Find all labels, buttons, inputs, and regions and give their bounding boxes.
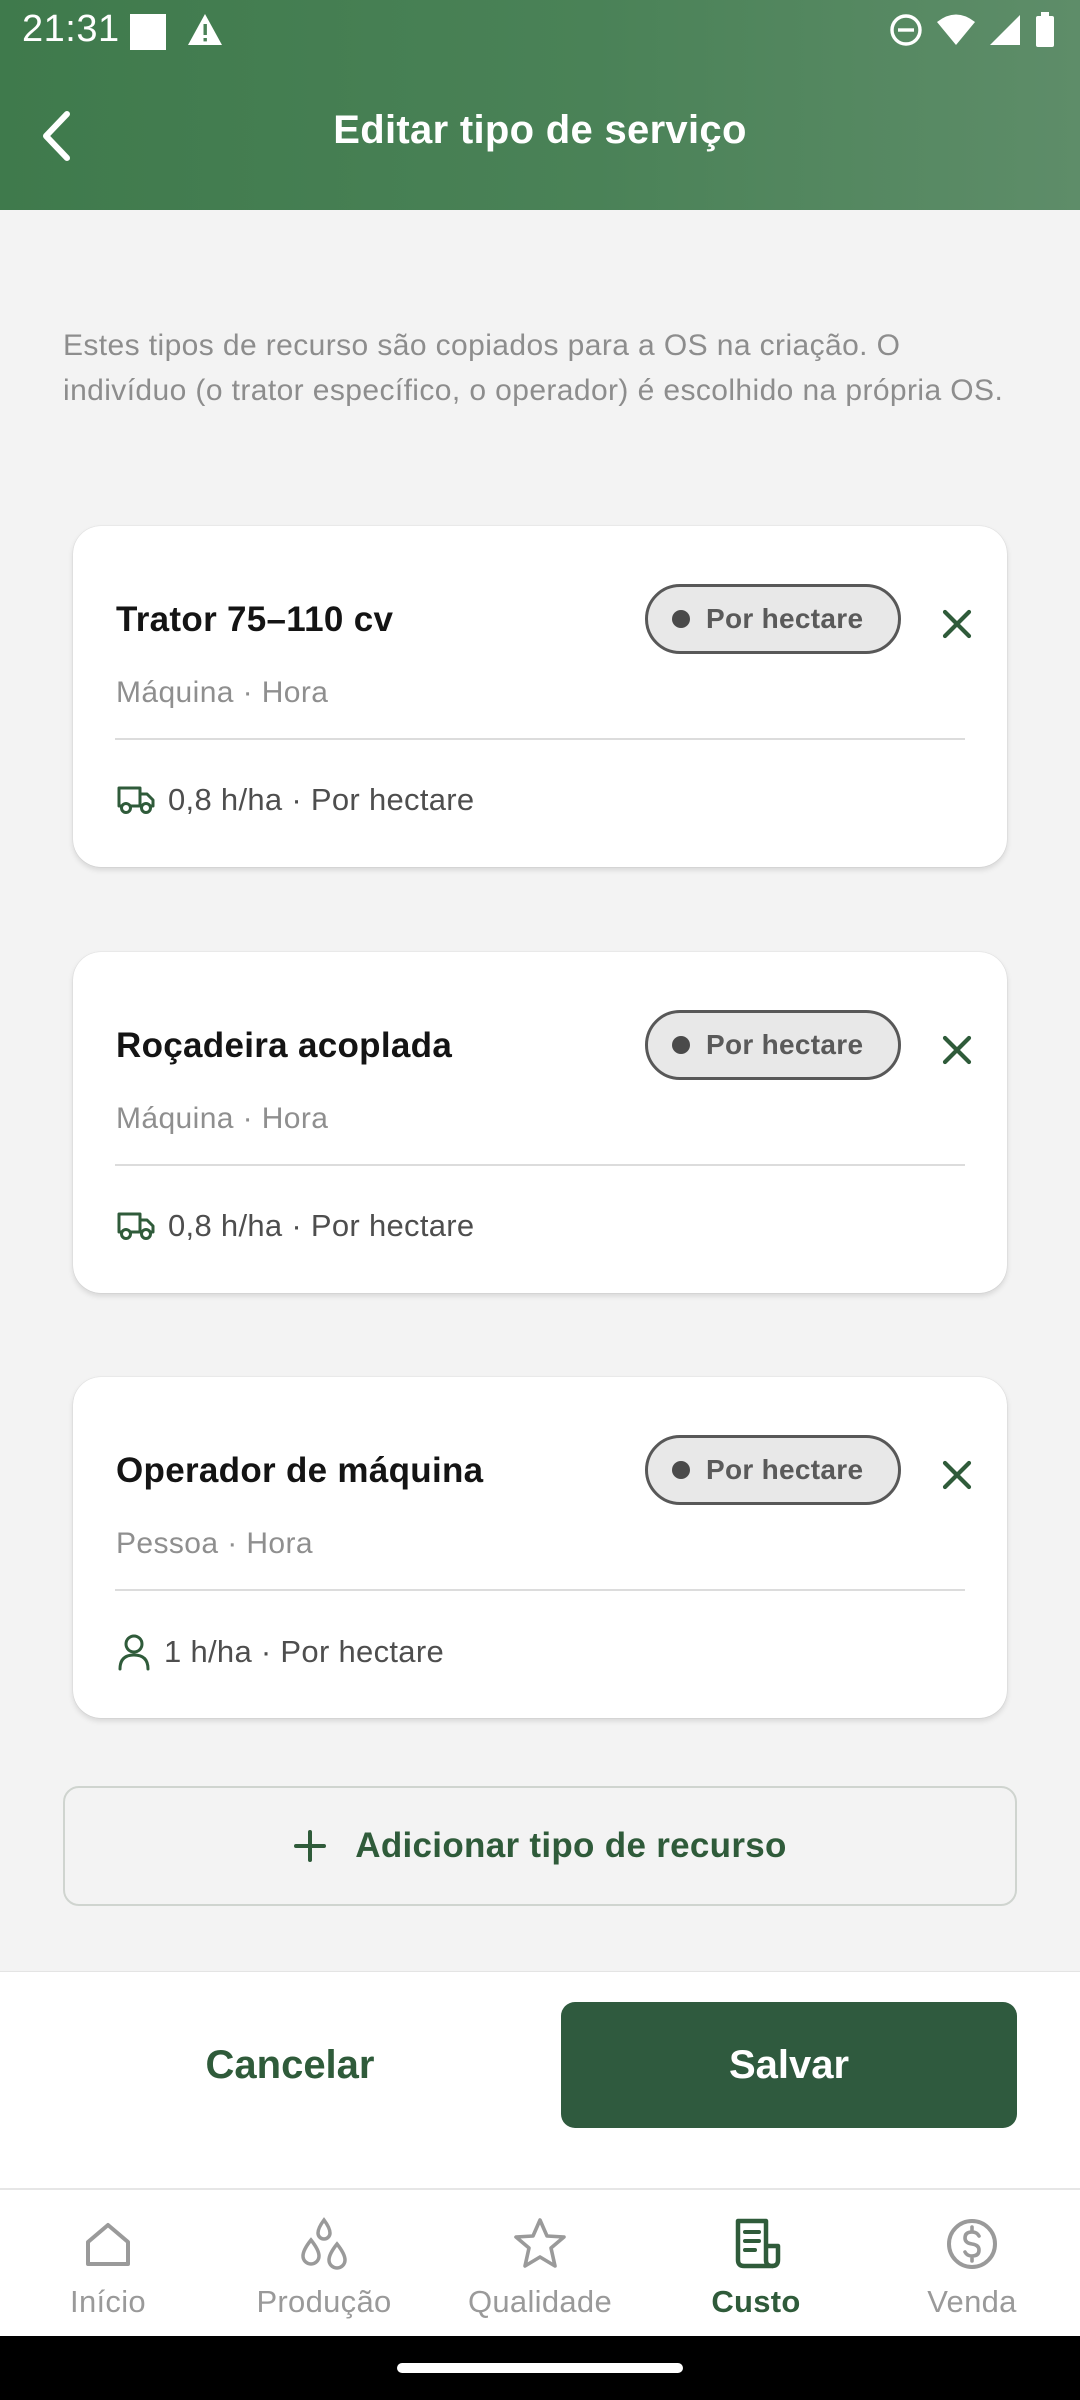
app-bar: 21:31 Editar tipo de serviço (0, 0, 1080, 210)
drops-icon (294, 2214, 354, 2274)
close-icon (942, 1035, 972, 1065)
status-time: 21:31 (22, 8, 120, 50)
chip-label: Por hectare (706, 603, 864, 634)
signal-icon (988, 13, 1022, 52)
page-title: Editar tipo de serviço (333, 108, 747, 152)
truck-icon (117, 786, 155, 814)
resource-subtitle: Pessoa · Hora (116, 1527, 313, 1560)
resource-name: Roçadeira acoplada (116, 1026, 453, 1065)
save-button[interactable]: Salvar (561, 2002, 1017, 2128)
remove-resource-button[interactable] (933, 1451, 981, 1499)
billing-chip[interactable]: Por hectare (645, 1435, 901, 1505)
resource-name: Operador de máquina (116, 1451, 484, 1490)
nav-label: Venda (927, 2284, 1017, 2319)
resource-subtitle: Máquina · Hora (116, 676, 329, 709)
nav-label: Qualidade (467, 2284, 613, 2319)
resource-detail: 1 h/ha · Por hectare (116, 1633, 444, 1671)
resource-detail-text: 0,8 h/ha · Por hectare (168, 1208, 475, 1243)
chip-dot-icon (672, 1461, 690, 1479)
resource-subtitle: Máquina · Hora (116, 1102, 329, 1135)
bottom-nav: Início Produção Qualidade Custo Venda (0, 2188, 1080, 2336)
home-gesture-handle[interactable] (397, 2363, 683, 2373)
chip-label: Por hectare (706, 1029, 864, 1060)
wifi-icon (936, 13, 976, 52)
billing-chip[interactable]: Por hectare (645, 584, 901, 654)
receipt-icon (726, 2214, 786, 2274)
notification-icon (130, 14, 166, 50)
person-icon (118, 1634, 150, 1671)
add-resource-type-button[interactable]: Adicionar tipo de recurso (63, 1786, 1017, 1906)
dollar-circle-icon (942, 2214, 1002, 2274)
resource-card: Operador de máquina Por hectare Pessoa ·… (73, 1377, 1007, 1718)
billing-chip[interactable]: Por hectare (645, 1010, 901, 1080)
nav-label: Produção (256, 2284, 392, 2319)
close-icon (942, 1460, 972, 1490)
chip-label: Por hectare (706, 1454, 864, 1485)
divider (115, 1164, 965, 1166)
resource-detail-text: 1 h/ha · Por hectare (164, 1634, 444, 1669)
chip-dot-icon (672, 610, 690, 628)
resource-detail: 0,8 h/ha · Por hectare (116, 1208, 474, 1244)
chip-dot-icon (672, 1036, 690, 1054)
divider (115, 1589, 965, 1591)
status-icons (888, 12, 1056, 53)
star-icon (510, 2214, 570, 2274)
truck-icon (117, 1212, 155, 1240)
status-bar: 21:31 (0, 0, 1080, 64)
do-not-disturb-icon (888, 12, 924, 53)
home-icon (78, 2214, 138, 2274)
nav-item-venda[interactable]: Venda (864, 2190, 1080, 2336)
plus-icon (294, 1830, 327, 1862)
nav-label: Custo (711, 2284, 801, 2319)
resource-name: Trator 75–110 cv (116, 600, 394, 639)
gesture-bar (0, 2336, 1080, 2400)
close-icon (942, 609, 972, 639)
hint-text: Estes tipos de recurso são copiados para… (63, 329, 1004, 407)
remove-resource-button[interactable] (933, 600, 981, 648)
cancel-button[interactable]: Cancelar (120, 2002, 460, 2128)
battery-icon (1034, 12, 1056, 53)
nav-item-producao[interactable]: Produção (216, 2190, 432, 2336)
nav-item-inicio[interactable]: Início (0, 2190, 216, 2336)
remove-resource-button[interactable] (933, 1026, 981, 1074)
nav-item-custo[interactable]: Custo (648, 2190, 864, 2336)
nav-item-qualidade[interactable]: Qualidade (432, 2190, 648, 2336)
warning-icon (186, 12, 224, 53)
divider (115, 738, 965, 740)
resource-detail-text: 0,8 h/ha · Por hectare (168, 782, 475, 817)
resource-detail: 0,8 h/ha · Por hectare (116, 782, 474, 818)
action-footer: Cancelar Salvar (0, 1971, 1080, 2188)
nav-label: Início (70, 2284, 146, 2319)
resource-card: Trator 75–110 cv Por hectare Máquina · H… (73, 526, 1007, 867)
add-resource-label: Adicionar tipo de recurso (355, 1826, 787, 1865)
resource-card: Roçadeira acoplada Por hectare Máquina ·… (73, 952, 1007, 1293)
